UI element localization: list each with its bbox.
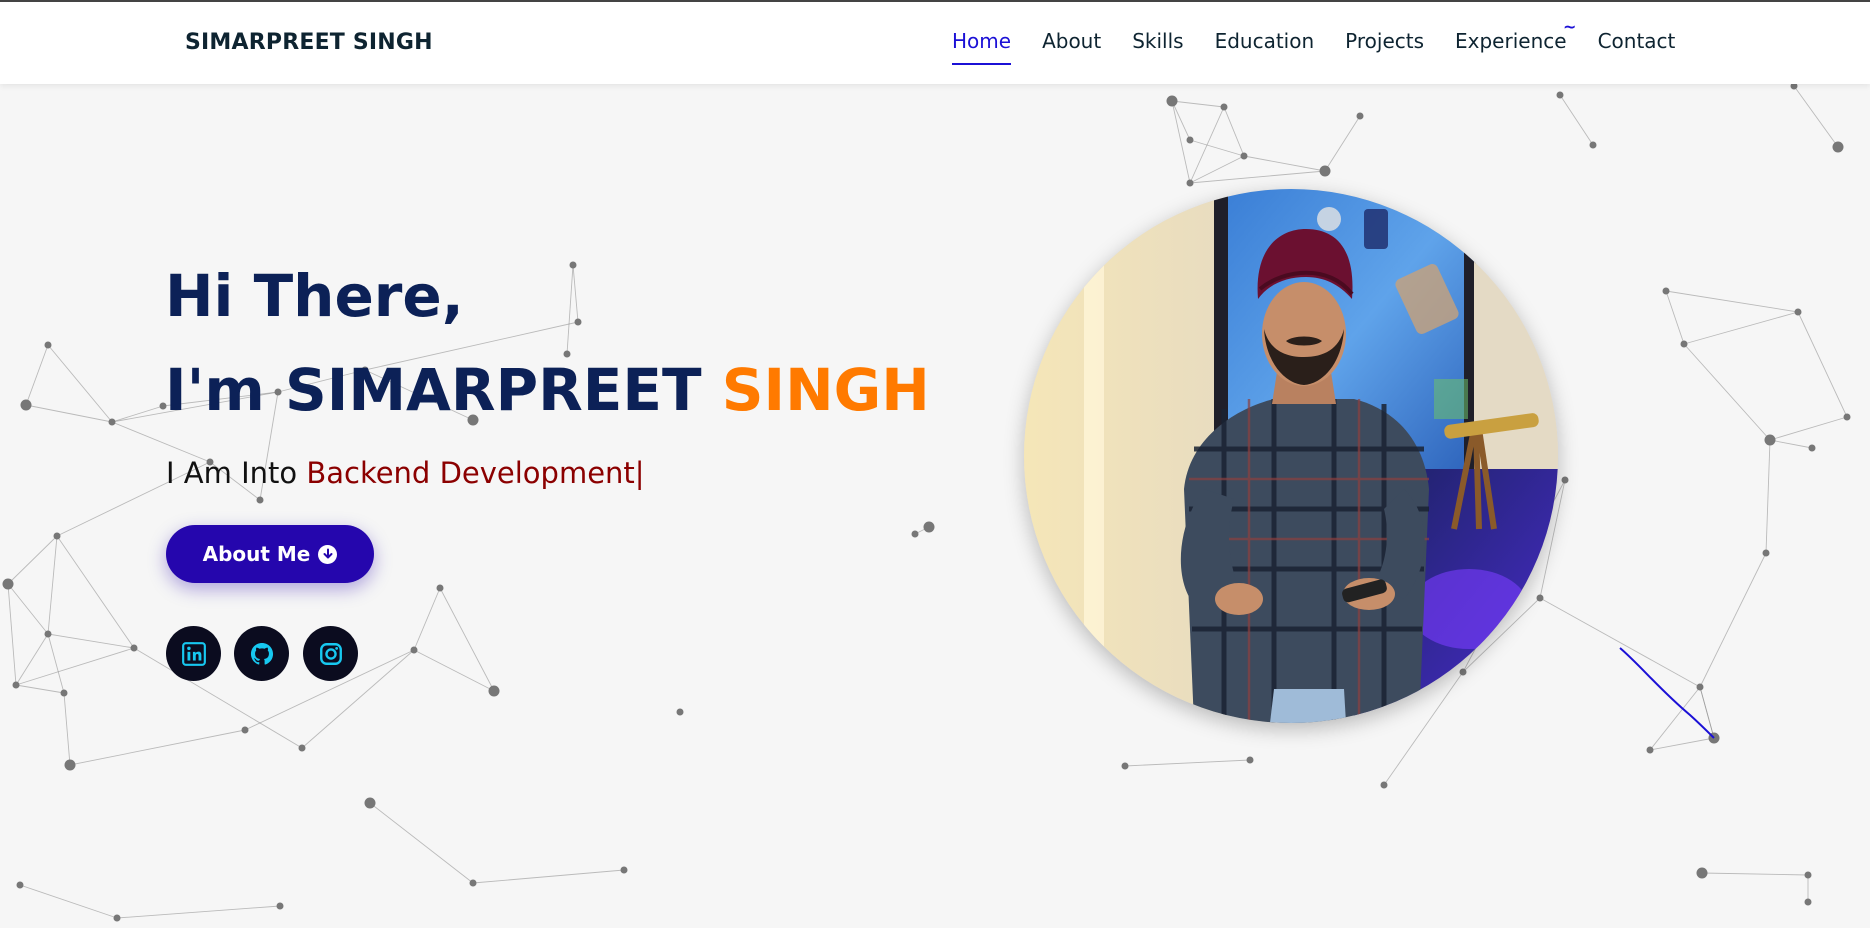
tagline-prefix: I Am Into xyxy=(166,456,307,490)
about-me-button[interactable]: About Me xyxy=(166,525,374,583)
linkedin-icon xyxy=(181,641,206,666)
github-button[interactable] xyxy=(234,626,289,681)
hero-section: Hi There, I'm SIMARPREET SINGH I Am Into… xyxy=(0,0,1870,928)
nav-contact[interactable]: Contact xyxy=(1598,29,1676,65)
profile-photo-illustration xyxy=(1024,189,1558,723)
hero-greeting: Hi There, xyxy=(165,262,464,330)
brand-logo-text[interactable]: SIMARPREET SINGH xyxy=(185,30,433,55)
instagram-button[interactable] xyxy=(303,626,358,681)
hero-name-prefix: I'm SIMARPREET xyxy=(165,356,722,424)
profile-photo xyxy=(1024,189,1558,723)
arrow-down-circle-icon xyxy=(318,544,338,564)
hero-name-accent: SINGH xyxy=(721,356,930,424)
annotation-mark: ~ xyxy=(1563,17,1577,36)
nav-skills[interactable]: Skills xyxy=(1132,29,1183,65)
nav-projects[interactable]: Projects xyxy=(1345,29,1424,65)
linkedin-button[interactable] xyxy=(166,626,221,681)
tagline-role: Backend Development xyxy=(306,456,635,490)
nav-about[interactable]: About xyxy=(1042,29,1101,65)
typing-cursor: | xyxy=(634,456,645,490)
nav-education[interactable]: Education xyxy=(1215,29,1315,65)
nav-home[interactable]: Home xyxy=(952,29,1012,65)
instagram-icon xyxy=(319,642,342,665)
hero-tagline: I Am Into Backend Development| xyxy=(166,456,645,490)
hero-name: I'm SIMARPREET SINGH xyxy=(165,356,930,424)
about-me-button-label: About Me xyxy=(202,542,311,566)
site-header: SIMARPREET SINGH Home About Skills Educa… xyxy=(0,2,1870,84)
nav-experience[interactable]: Experience xyxy=(1455,29,1567,65)
window-top-border xyxy=(0,0,1870,2)
github-icon xyxy=(250,642,273,665)
